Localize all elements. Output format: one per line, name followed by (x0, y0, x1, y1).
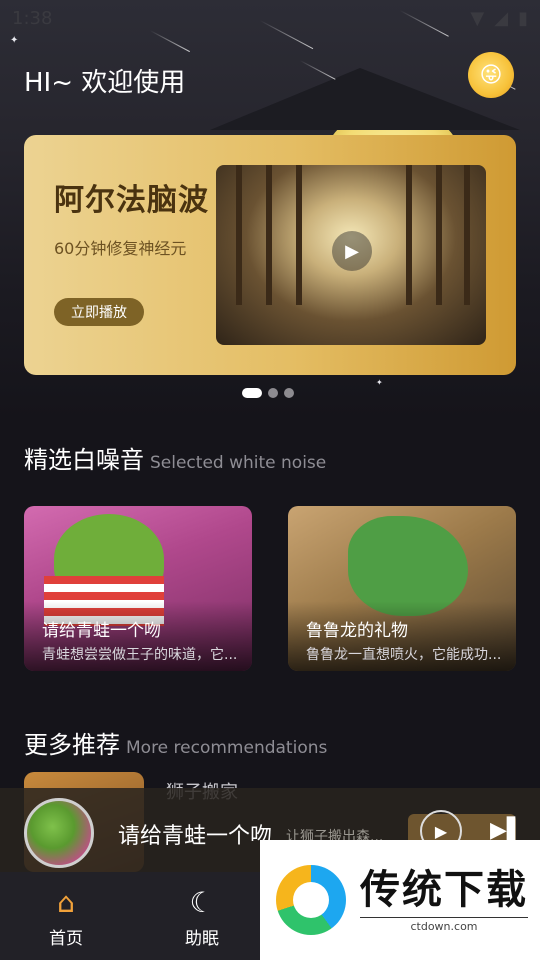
card-title: 请给青蛙一个吻 (42, 621, 161, 641)
now-playing-title: 请给青蛙一个吻 (118, 824, 273, 849)
carousel-dot[interactable] (284, 388, 294, 398)
status-bar: 1:38 ▼ ◢ ▮ (0, 0, 540, 36)
section-title: 更多推荐 (24, 731, 120, 759)
carousel-dot[interactable] (242, 388, 262, 398)
tab-sleep[interactable]: ☾ 助眠 (162, 886, 242, 949)
watermark: 传统下载 ctdown.com (260, 840, 540, 960)
more-recommendations-header: 更多推荐 More recommendations (24, 725, 327, 760)
now-playing-cover[interactable] (24, 798, 94, 868)
hero-banner[interactable]: 阿尔法脑波 60分钟修复神经元 立即播放 ▶ (24, 135, 516, 375)
watermark-logo-icon (276, 865, 346, 935)
watermark-name: 传统下载 (360, 867, 528, 913)
section-subtitle: More recommendations (126, 738, 328, 758)
tab-label: 助眠 (185, 929, 219, 949)
home-icon: ⌂ (57, 886, 75, 919)
white-noise-section-header: 精选白噪音 Selected white noise (24, 440, 326, 475)
signal-icon: ◢ (494, 7, 509, 29)
white-noise-card[interactable]: 请给青蛙一个吻 青蛙想尝尝做王子的味道，它... (24, 506, 252, 671)
banner-title: 阿尔法脑波 (54, 183, 209, 218)
card-description: 青蛙想尝尝做王子的味道，它... (42, 647, 238, 663)
section-title: 精选白噪音 (24, 446, 144, 474)
profile-avatar[interactable]: 😜 (468, 52, 514, 98)
greeting-title: HI~ 欢迎使用 (24, 68, 186, 98)
tab-label: 首页 (49, 929, 83, 949)
banner-forest-image[interactable]: ▶ (216, 165, 486, 345)
play-now-button[interactable]: 立即播放 (54, 298, 144, 326)
card-title: 鲁鲁龙的礼物 (306, 621, 408, 641)
card-description: 鲁鲁龙一直想喷火，它能成功... (306, 647, 502, 663)
section-subtitle: Selected white noise (150, 453, 327, 473)
banner-subtitle: 60分钟修复神经元 (54, 239, 187, 258)
carousel-indicator (242, 388, 294, 398)
sleep-moon-icon: ☾ (189, 886, 215, 919)
battery-icon: ▮ (518, 7, 528, 29)
watermark-url: ctdown.com (360, 917, 528, 933)
status-time: 1:38 (12, 7, 53, 29)
video-play-icon[interactable]: ▶ (332, 231, 372, 271)
carousel-dot[interactable] (268, 388, 278, 398)
wifi-icon: ▼ (470, 7, 485, 29)
tab-home[interactable]: ⌂ 首页 (26, 886, 106, 949)
emoji-avatar-icon: 😜 (479, 62, 503, 88)
white-noise-card[interactable]: 鲁鲁龙的礼物 鲁鲁龙一直想喷火，它能成功... (288, 506, 516, 671)
